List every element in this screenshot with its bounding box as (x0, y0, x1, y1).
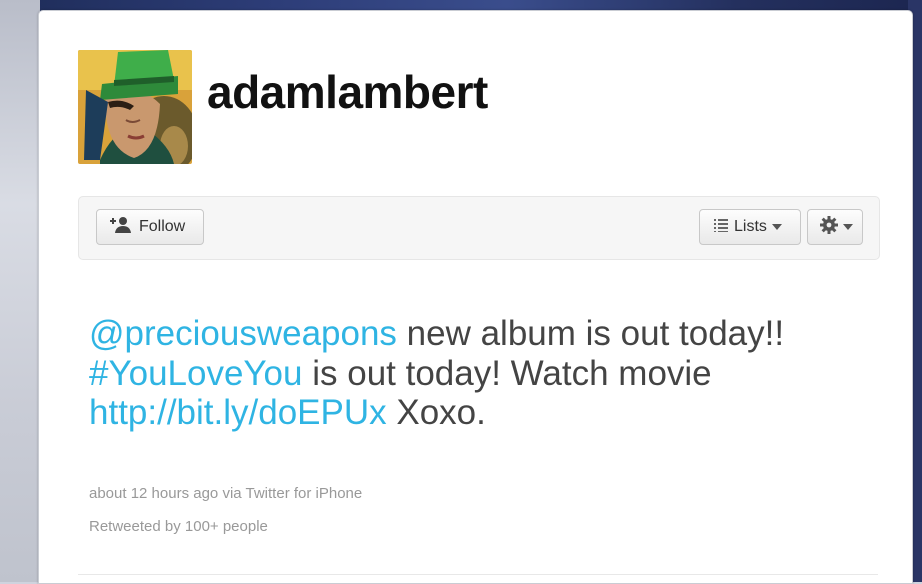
retweet-info[interactable]: Retweeted by 100+ people (89, 518, 268, 535)
lists-label: Lists (734, 218, 767, 235)
mention-link[interactable]: @preciousweapons (89, 314, 397, 353)
avatar[interactable] (78, 50, 192, 164)
add-user-icon (109, 216, 131, 239)
profile-username[interactable]: adamlambert (207, 65, 488, 119)
gear-icon (820, 215, 838, 239)
caret-down-icon (843, 224, 853, 230)
list-icon (714, 218, 728, 237)
hashtag-link[interactable]: #YouLoveYou (89, 354, 303, 393)
caret-down-icon (771, 224, 782, 230)
tweet-card: adamlambert Follow Lists @preciousweapon… (38, 10, 913, 584)
lists-button[interactable]: Lists (699, 209, 801, 245)
background-left (0, 0, 40, 582)
follow-label: Follow (139, 218, 186, 235)
url-link[interactable]: http://bit.ly/doEPUx (89, 393, 387, 432)
tweet-timestamp[interactable]: about 12 hours ago via Twitter for iPhon… (89, 485, 362, 502)
tweet-text-part: is out today! Watch movie (302, 353, 712, 393)
follow-button[interactable]: Follow (96, 209, 204, 245)
tweet-text-part: Xoxo. (386, 393, 486, 432)
settings-dropdown-button[interactable] (807, 209, 863, 245)
tweet-text: @preciousweapons new album is out today!… (89, 314, 809, 433)
action-bar: Follow Lists (78, 196, 880, 260)
card-pointer (127, 11, 159, 22)
divider (78, 574, 878, 575)
tweet-text-part: new album is out today!! (396, 314, 785, 353)
